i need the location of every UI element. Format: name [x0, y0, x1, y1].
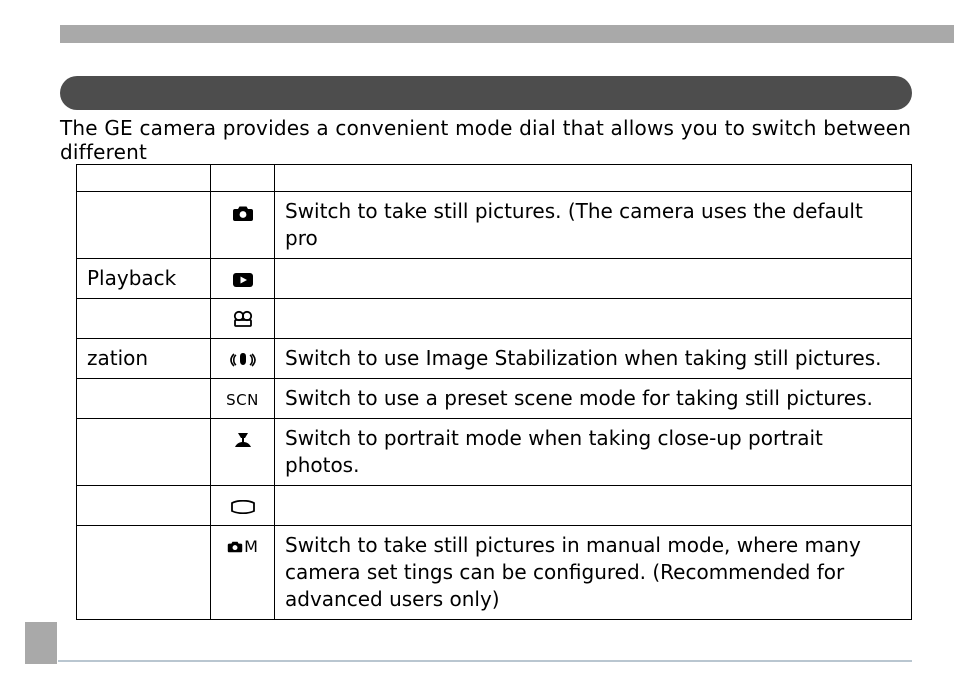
table-header-row — [77, 165, 912, 192]
mode-icon-cell: M — [211, 526, 275, 620]
mode-icon-cell: SCN — [211, 379, 275, 419]
page: The GE camera provides a convenient mode… — [0, 0, 954, 694]
page-number-tab — [25, 622, 57, 664]
camera-icon — [232, 204, 254, 222]
mode-icon-cell — [211, 259, 275, 299]
panorama-icon — [230, 500, 256, 514]
intro-text: The GE camera provides a convenient mode… — [60, 116, 912, 164]
stabilization-icon — [230, 351, 256, 369]
mode-name — [77, 486, 211, 526]
table-row: zation Switch to use Image Stabilization… — [77, 339, 912, 379]
mode-name: zation — [77, 339, 211, 379]
mode-icon-cell — [211, 192, 275, 259]
mode-desc: Switch to use Image Stabilization when t… — [275, 339, 912, 379]
mode-desc: Switch to take still pictures. (The came… — [275, 192, 912, 259]
scene-icon: SCN — [226, 391, 259, 409]
table-row: M Switch to take still pictures in manua… — [77, 526, 912, 620]
table-row — [77, 486, 912, 526]
mode-name: Playback — [77, 259, 211, 299]
mode-name — [77, 419, 211, 486]
table-row: Switch to portrait mode when taking clos… — [77, 419, 912, 486]
manual-icon: M — [227, 533, 258, 557]
manual-suffix: M — [244, 537, 258, 556]
table-row — [77, 299, 912, 339]
mode-icon-cell — [211, 486, 275, 526]
page-bottom-rule — [58, 660, 912, 662]
top-gray-bar — [60, 25, 954, 43]
mode-name — [77, 526, 211, 620]
table-row: Playback — [77, 259, 912, 299]
mode-name — [77, 299, 211, 339]
col-header-icon — [211, 165, 275, 192]
mode-icon-cell — [211, 339, 275, 379]
mode-desc: Switch to portrait mode when taking clos… — [275, 419, 912, 486]
mode-icon-cell — [211, 419, 275, 486]
portrait-icon — [233, 430, 253, 450]
mode-table-container: Switch to take still pictures. (The came… — [76, 164, 912, 620]
table-row: SCN Switch to use a preset scene mode fo… — [77, 379, 912, 419]
mode-desc: Switch to use a preset scene mode for ta… — [275, 379, 912, 419]
camera-icon — [227, 540, 243, 553]
mode-desc: Switch to take still pictures in manual … — [275, 526, 912, 620]
mode-name — [77, 192, 211, 259]
col-header-name — [77, 165, 211, 192]
mode-table: Switch to take still pictures. (The came… — [76, 164, 912, 620]
section-header-pill — [60, 76, 912, 110]
table-row: Switch to take still pictures. (The came… — [77, 192, 912, 259]
mode-desc — [275, 299, 912, 339]
mode-desc — [275, 486, 912, 526]
mode-icon-cell — [211, 299, 275, 339]
mode-desc — [275, 259, 912, 299]
col-header-desc — [275, 165, 912, 192]
movie-icon — [232, 310, 254, 330]
mode-name — [77, 379, 211, 419]
playback-icon — [232, 272, 254, 288]
